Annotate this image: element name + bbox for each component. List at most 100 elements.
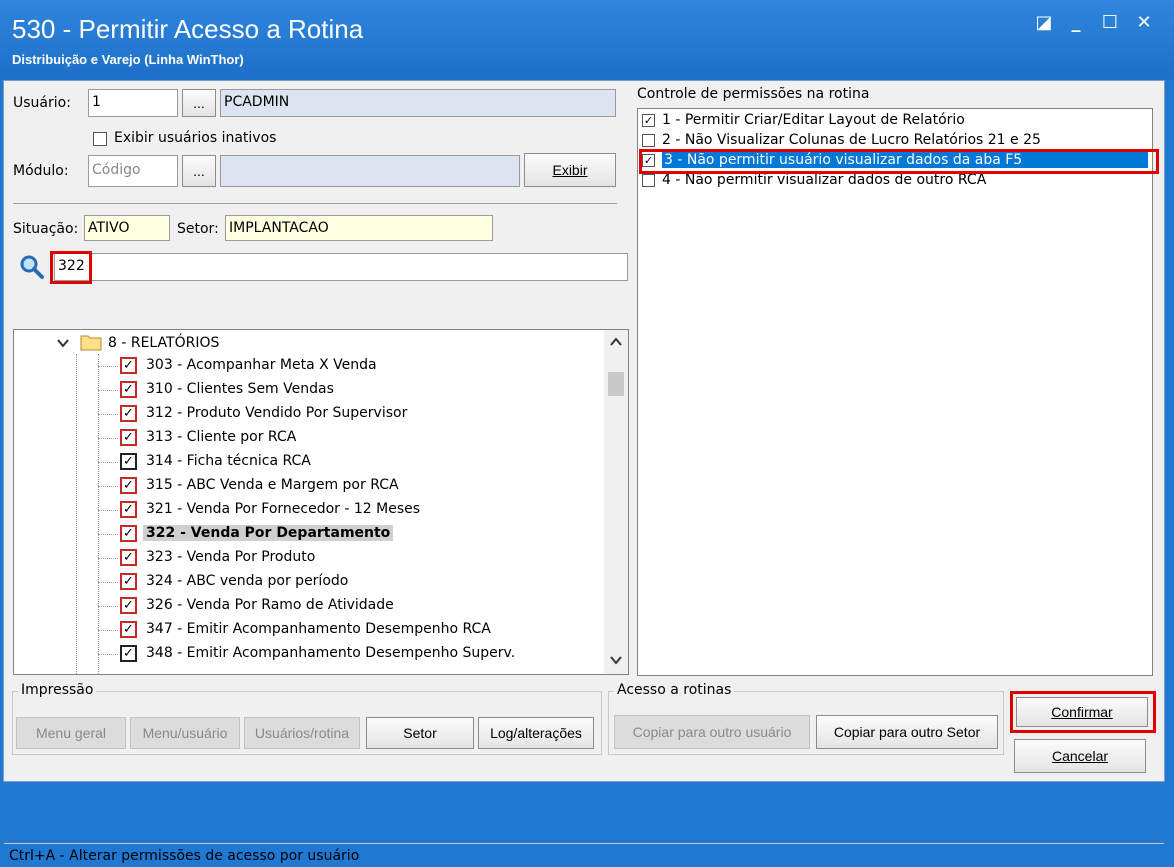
tree-item-label: 326 - Venda Por Ramo de Atividade [146, 597, 394, 613]
impressao-label: Impressão [18, 682, 97, 698]
close-icon[interactable]: ✕ [1130, 12, 1158, 33]
permission-checkbox[interactable]: ✓ [642, 114, 655, 127]
scroll-thumb[interactable] [608, 372, 624, 396]
situacao-label: Situação: [13, 221, 79, 237]
exibir-button[interactable]: Exibir [524, 153, 616, 187]
tree-item-checkbox[interactable]: ✓ [120, 453, 137, 470]
tree-guide [98, 558, 118, 559]
window-title: 530 - Permitir Acesso a Rotina [12, 14, 364, 44]
window-subtitle: Distribuição e Varejo (Linha WinThor) [12, 52, 244, 67]
acesso-label: Acesso a rotinas [614, 682, 735, 698]
situacao-field: ATIVO [84, 215, 170, 241]
tree-item-checkbox[interactable]: ✓ [120, 357, 137, 374]
tree-item-label: 303 - Acompanhar Meta X Venda [146, 357, 377, 373]
search-input[interactable]: 322 [54, 253, 628, 281]
chevron-down-icon[interactable] [56, 336, 70, 350]
tree-item-label: 322 - Venda Por Departamento [143, 525, 394, 541]
tree-item-checkbox[interactable]: ✓ [120, 597, 137, 614]
maximize-icon[interactable]: ☐ [1096, 12, 1124, 33]
scroll-up-icon[interactable] [609, 336, 623, 348]
usuario-label: Usuário: [13, 95, 71, 111]
tree-item-label: 348 - Emitir Acompanhamento Desempenho S… [146, 645, 516, 661]
tree-item-checkbox[interactable]: ✓ [120, 549, 137, 566]
tree-item-label: 347 - Emitir Acompanhamento Desempenho R… [146, 621, 491, 637]
minimize-icon[interactable]: _ [1062, 12, 1090, 33]
permission-checkbox[interactable]: ✓ [642, 154, 655, 167]
permission-label: 2 - Não Visualizar Colunas de Lucro Rela… [662, 132, 1041, 148]
tree-item-checkbox[interactable]: ✓ [120, 477, 137, 494]
permissions-list: ✓ 1 - Permitir Criar/Editar Layout de Rel… [637, 108, 1153, 676]
usuario-name-field: PCADMIN [220, 89, 616, 117]
tree-guide [98, 354, 99, 674]
tree-item-label: 324 - ABC venda por período [146, 573, 349, 589]
separator [13, 203, 617, 204]
tree-item-label: 310 - Clientes Sem Vendas [146, 381, 334, 397]
tree-item-checkbox[interactable]: ✓ [120, 501, 137, 518]
status-bar: Ctrl+A - Alterar permissões de acesso po… [4, 843, 1164, 867]
permissions-title: Controle de permissões na rotina [637, 86, 870, 102]
folder-icon [80, 335, 102, 351]
tree-item-checkbox[interactable]: ✓ [120, 429, 137, 446]
search-icon [20, 255, 44, 279]
routine-tree: 8 - RELATÓRIOS ✓ 303 - Acompanhar Meta X … [13, 329, 629, 675]
tree-item-checkbox[interactable]: ✓ [120, 381, 137, 398]
usuario-lookup-button[interactable]: ... [182, 89, 216, 117]
show-inactive-checkbox[interactable] [93, 132, 107, 146]
usuario-code-input[interactable]: 1 [88, 89, 178, 117]
tree-guide [98, 510, 118, 511]
scroll-down-icon[interactable] [609, 654, 623, 666]
menu-geral-button[interactable]: Menu geral [16, 717, 126, 749]
setor-field: IMPLANTACAO [225, 215, 493, 241]
usuarios-rotina-button[interactable]: Usuários/rotina [244, 717, 360, 749]
cancelar-label: Cancelar [1051, 748, 1109, 764]
menu-usuario-button[interactable]: Menu/usuário [130, 717, 240, 749]
title-bar: 530 - Permitir Acesso a Rotina Distribui… [0, 0, 1174, 80]
tree-item-checkbox[interactable]: ✓ [120, 405, 137, 422]
cancelar-button[interactable]: Cancelar [1014, 739, 1146, 773]
modulo-code-input[interactable]: Código [88, 155, 178, 187]
exibir-label: Exibir [552, 162, 588, 178]
confirmar-button[interactable]: Confirmar [1016, 697, 1148, 727]
tree-item-checkbox[interactable]: ✓ [120, 645, 137, 662]
tree-item-label: 321 - Venda Por Fornecedor - 12 Meses [146, 501, 421, 517]
tree-guide [98, 462, 118, 463]
tree-guide [98, 606, 118, 607]
modulo-lookup-button[interactable]: ... [182, 155, 216, 187]
tree-guide [98, 414, 118, 415]
tree-guide [98, 486, 118, 487]
tree-item-checkbox[interactable]: ✓ [120, 621, 137, 638]
confirmar-label: Confirmar [1051, 704, 1113, 720]
tree-folder-label: 8 - RELATÓRIOS [108, 335, 220, 351]
tree-scrollbar[interactable] [604, 330, 628, 674]
tree-item-checkbox[interactable]: ✓ [120, 525, 137, 542]
tree-guide [98, 390, 118, 391]
permission-label: 1 - Permitir Criar/Editar Layout de Rela… [662, 112, 965, 128]
tree-item-label: 314 - Ficha técnica RCA [146, 453, 311, 469]
tree-guide [98, 654, 118, 655]
permission-label: 4 - Não permitir visualizar dados de out… [662, 172, 987, 188]
permission-checkbox[interactable] [642, 174, 655, 187]
permission-checkbox[interactable] [642, 134, 655, 147]
tree-guide [98, 534, 118, 535]
setor-label: Setor: [177, 221, 219, 237]
copiar-setor-button[interactable]: Copiar para outro Setor [816, 715, 998, 749]
tree-item-label: 323 - Venda Por Produto [146, 549, 316, 565]
tree-item-checkbox[interactable]: ✓ [120, 573, 137, 590]
copiar-usuario-button[interactable]: Copiar para outro usuário [614, 715, 810, 749]
log-alteracoes-button[interactable]: Log/alterações [478, 717, 594, 749]
restore-icon[interactable]: ◪ [1030, 12, 1058, 33]
modulo-name-field [220, 155, 520, 187]
show-inactive-label: Exibir usuários inativos [114, 130, 277, 146]
tree-guide [98, 582, 118, 583]
dialog-body: Usuário: 1 ... PCADMIN Exibir usuários i… [3, 80, 1165, 864]
tree-guide [98, 438, 118, 439]
tree-guide [98, 630, 118, 631]
permission-label: 3 - Não permitir usuário visualizar dado… [662, 152, 1148, 168]
tree-item-label: 315 - ABC Venda e Margem por RCA [146, 477, 399, 493]
tree-guide [76, 354, 77, 674]
tree-item-label: 313 - Cliente por RCA [146, 429, 297, 445]
tree-item-label: 312 - Produto Vendido Por Supervisor [146, 405, 408, 421]
setor-button[interactable]: Setor [366, 717, 474, 749]
tree-guide [98, 366, 118, 367]
modulo-label: Módulo: [13, 163, 69, 179]
